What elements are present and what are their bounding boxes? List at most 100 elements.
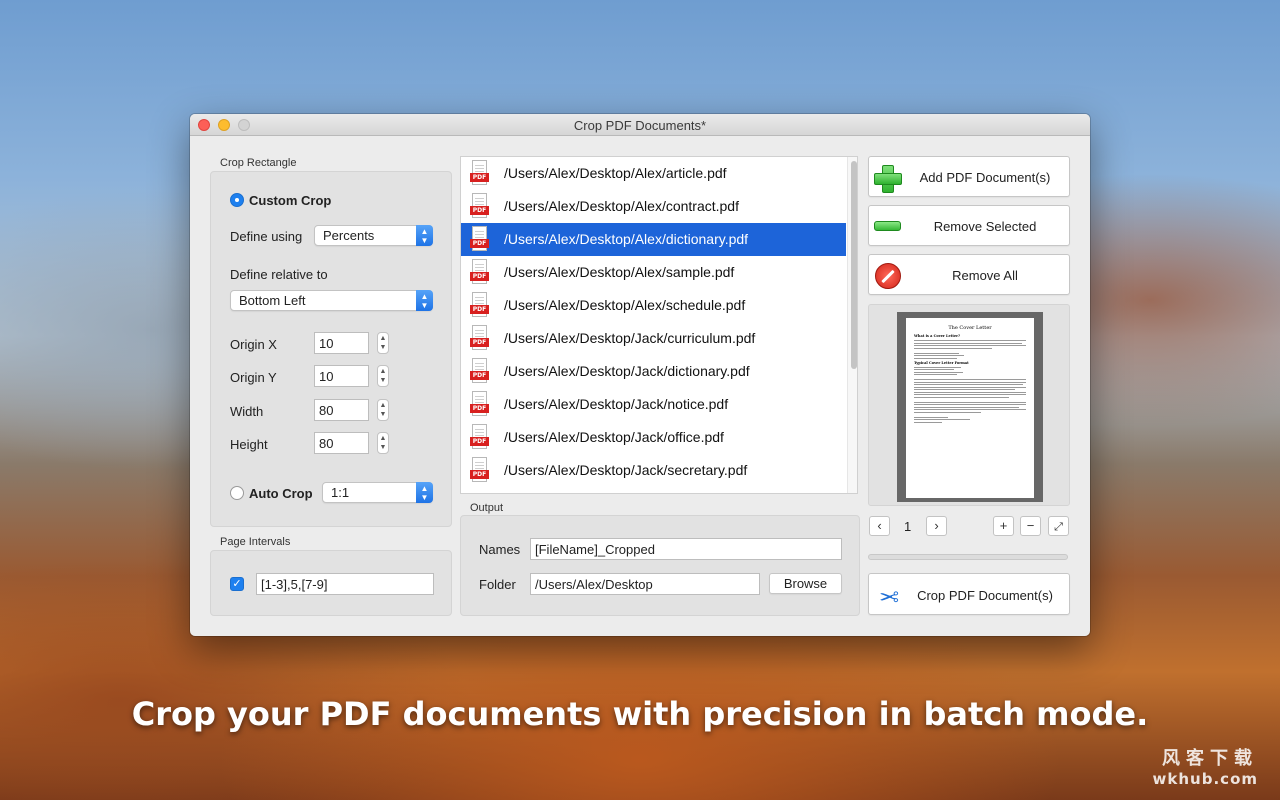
page-intervals-label: Page Intervals [220, 536, 291, 548]
fullscreen-button[interactable]: ⤢ [1048, 516, 1069, 536]
add-pdf-label: Add PDF Document(s) [919, 170, 1051, 185]
remove-all-label: Remove All [952, 268, 1018, 283]
watermark: 风客下载 wkhub.com [1153, 744, 1258, 788]
file-list: PDF/Users/Alex/Desktop/Alex/article.pdf P… [460, 156, 858, 494]
file-row[interactable]: PDF/Users/Alex/Desktop/Jack/secretary.pd… [461, 454, 846, 487]
file-path: /Users/Alex/Desktop/Jack/secretary.pdf [504, 462, 748, 478]
progress-bar [868, 554, 1068, 560]
file-row[interactable]: PDF/Users/Alex/Desktop/Jack/curriculum.p… [461, 322, 846, 355]
define-using-select[interactable]: Percents ▲ ▼ [314, 225, 433, 246]
file-path: /Users/Alex/Desktop/Jack/curriculum.pdf [504, 330, 756, 346]
define-relative-value: Bottom Left [239, 293, 306, 308]
origin-x-input[interactable]: 10 [314, 332, 369, 354]
crop-rectangle-group: Custom Crop Define using Percents ▲ ▼ Def… [210, 171, 452, 527]
origin-y-input[interactable]: 10 [314, 365, 369, 387]
file-row[interactable]: PDF/Users/Alex/Desktop/Alex/dictionary.p… [461, 223, 846, 256]
remove-all-button[interactable]: Remove All [868, 254, 1070, 295]
pdf-file-icon: PDF [470, 226, 489, 251]
browse-label: Browse [783, 576, 828, 591]
file-path: /Users/Alex/Desktop/Alex/dictionary.pdf [504, 231, 749, 247]
file-path: /Users/Alex/Desktop/Alex/article.pdf [504, 165, 727, 181]
custom-crop-label: Custom Crop [249, 193, 332, 208]
file-row[interactable]: PDF/Users/Alex/Desktop/Alex/sample.pdf [461, 256, 846, 289]
file-row[interactable]: PDF/Users/Alex/Desktop/Alex/contract.pdf [461, 190, 846, 223]
fullscreen-icon: ⤢ [1054, 521, 1063, 533]
define-relative-label: Define relative to [230, 267, 328, 282]
select-arrows-icon: ▲ ▼ [416, 225, 433, 246]
select-arrows-icon: ▲ ▼ [416, 482, 433, 503]
names-input[interactable]: [FileName]_Cropped [530, 538, 842, 560]
zoom-out-icon: − [1026, 518, 1035, 533]
chevron-right-icon: › [934, 518, 939, 533]
width-input[interactable]: 80 [314, 399, 369, 421]
page-preview: The Cover Letter What is a Cover Letter?… [868, 304, 1070, 506]
page-intervals-input[interactable]: [1-3],5,[7-9] [256, 573, 434, 595]
origin-y-label: Origin Y [230, 370, 277, 385]
remove-selected-label: Remove Selected [933, 219, 1037, 234]
auto-crop-label: Auto Crop [249, 486, 313, 501]
chevron-left-icon: ‹ [877, 518, 882, 533]
file-row[interactable]: PDF/Users/Alex/Desktop/Jack/dictionary.p… [461, 355, 846, 388]
names-label: Names [479, 542, 521, 557]
pdf-file-icon: PDF [470, 424, 489, 449]
browse-button[interactable]: Browse [769, 573, 842, 594]
crop-pdf-label: Crop PDF Document(s) [917, 588, 1053, 603]
window-title: Crop PDF Documents* [573, 118, 707, 133]
width-stepper[interactable]: ▲ ▼ [377, 399, 389, 421]
remove-selected-button[interactable]: Remove Selected [868, 205, 1070, 246]
file-row[interactable]: PDF/Users/Alex/Desktop/Jack/notice.pdf [461, 388, 846, 421]
folder-input[interactable]: /Users/Alex/Desktop [530, 573, 760, 595]
preview-frame: The Cover Letter What is a Cover Letter?… [897, 312, 1043, 502]
file-path: /Users/Alex/Desktop/Alex/schedule.pdf [504, 297, 746, 313]
preview-doc-heading: Typical Cover Letter Format [914, 360, 969, 365]
file-path: /Users/Alex/Desktop/Alex/sample.pdf [504, 264, 735, 280]
prev-page-button[interactable]: ‹ [869, 516, 890, 536]
origin-x-stepper[interactable]: ▲ ▼ [377, 332, 389, 354]
title-bar: Crop PDF Documents* [190, 114, 1090, 136]
page-intervals-group: ✓ [1-3],5,[7-9] [210, 550, 452, 616]
define-using-value: Percents [323, 228, 375, 243]
height-input[interactable]: 80 [314, 432, 369, 454]
watermark-en: wkhub.com [1152, 770, 1258, 788]
file-row[interactable]: PDF/Users/Alex/Desktop/Jack/office.pdf [461, 421, 846, 454]
file-path: /Users/Alex/Desktop/Jack/dictionary.pdf [504, 363, 750, 379]
pdf-file-icon: PDF [470, 292, 489, 317]
page-intervals-checkbox[interactable]: ✓ [230, 577, 244, 591]
height-stepper[interactable]: ▲ ▼ [377, 432, 389, 454]
file-path: /Users/Alex/Desktop/Alex/contract.pdf [504, 198, 739, 214]
width-label: Width [230, 404, 264, 419]
output-group: Names [FileName]_Cropped Folder /Users/A… [460, 515, 860, 616]
auto-crop-select[interactable]: 1:1 ▲ ▼ [322, 482, 433, 503]
scroll-thumb[interactable] [851, 161, 857, 369]
app-window: Crop PDF Documents* Crop Rectangle Custo… [190, 114, 1090, 636]
pdf-file-icon: PDF [470, 193, 489, 218]
pdf-file-icon: PDF [470, 457, 489, 482]
add-pdf-button[interactable]: Add PDF Document(s) [868, 156, 1070, 197]
crop-pdf-button[interactable]: ✂ Crop PDF Document(s) [868, 573, 1070, 615]
next-page-button[interactable]: › [926, 516, 947, 536]
zoom-in-icon: + [999, 518, 1008, 533]
zoom-in-button[interactable]: + [993, 516, 1014, 536]
pdf-file-icon: PDF [470, 259, 489, 284]
preview-doc-title: The Cover Letter [948, 325, 992, 331]
define-relative-select[interactable]: Bottom Left ▲ ▼ [230, 290, 433, 311]
zoom-out-button[interactable]: − [1020, 516, 1041, 536]
file-row[interactable]: PDF/Users/Alex/Desktop/Alex/schedule.pdf [461, 289, 846, 322]
origin-x-label: Origin X [230, 337, 277, 352]
pdf-file-icon: PDF [470, 358, 489, 383]
auto-crop-value: 1:1 [331, 485, 350, 500]
watermark-cn: 风客下载 [1162, 748, 1258, 769]
pdf-file-icon: PDF [470, 325, 489, 350]
folder-label: Folder [479, 577, 516, 592]
preview-doc-heading: What is a Cover Letter? [914, 334, 961, 338]
origin-y-stepper[interactable]: ▲ ▼ [377, 365, 389, 387]
custom-crop-radio[interactable] [230, 193, 244, 207]
select-arrows-icon: ▲ ▼ [416, 290, 433, 311]
file-row[interactable]: PDF/Users/Alex/Desktop/Alex/article.pdf [461, 157, 846, 190]
page-number: 1 [904, 519, 912, 534]
auto-crop-radio[interactable] [230, 486, 244, 500]
preview-page: The Cover Letter What is a Cover Letter?… [906, 318, 1034, 498]
height-label: Height [230, 437, 268, 452]
file-list-scrollbar[interactable] [847, 157, 857, 493]
file-path: /Users/Alex/Desktop/Jack/office.pdf [504, 429, 724, 445]
